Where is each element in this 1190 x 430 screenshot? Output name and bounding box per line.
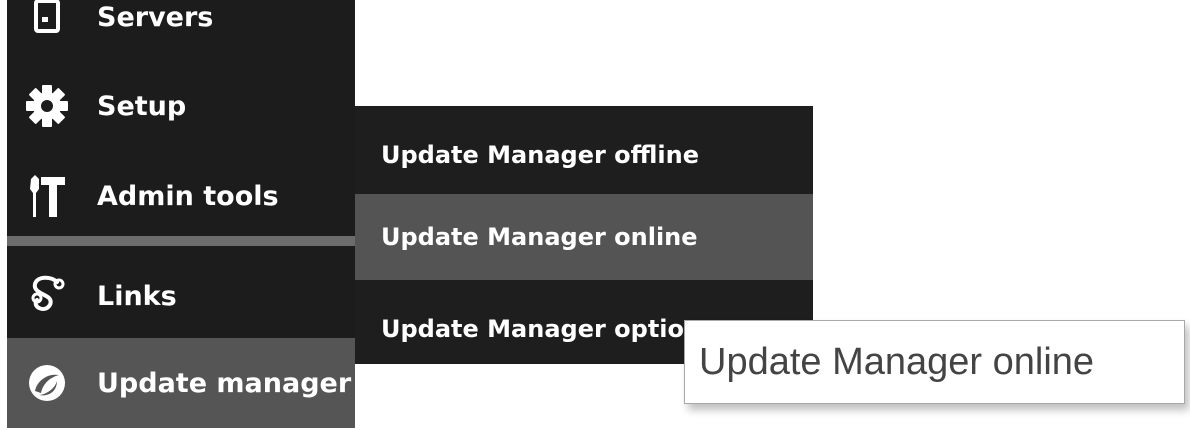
submenu-item-label: Update Manager optio xyxy=(381,315,685,343)
app-stage: Servers Setup Admin tools Links Update m… xyxy=(0,0,1190,430)
sidebar-menu: Servers Setup Admin tools Links Update m… xyxy=(7,0,355,428)
submenu-item-update-manager-offline[interactable]: Update Manager offline xyxy=(355,112,813,198)
sidebar-item-label: Servers xyxy=(97,1,214,33)
sidebar-item-label: Update manager xyxy=(97,367,352,399)
sidebar-item-links[interactable]: Links xyxy=(7,266,355,326)
submenu-item-update-manager-online[interactable]: Update Manager online xyxy=(355,194,813,280)
sidebar-divider xyxy=(7,236,355,246)
tooltip: Update Manager online xyxy=(684,320,1185,404)
sidebar-item-label: Admin tools xyxy=(97,180,279,212)
submenu-item-label: Update Manager online xyxy=(381,223,698,251)
sidebar-item-servers[interactable]: Servers xyxy=(7,0,355,46)
sidebar-item-setup[interactable]: Setup xyxy=(7,76,355,136)
sidebar-item-update-manager[interactable]: Update manager xyxy=(7,338,355,428)
submenu-item-label: Update Manager offline xyxy=(381,141,700,169)
tooltip-text: Update Manager online xyxy=(699,340,1095,383)
sidebar-item-admin-tools[interactable]: Admin tools xyxy=(7,165,355,227)
update-manager-icon xyxy=(23,359,71,407)
link-icon xyxy=(23,272,71,320)
tools-icon xyxy=(23,172,71,220)
sidebar-item-label: Setup xyxy=(97,90,187,122)
server-icon xyxy=(23,0,71,41)
sidebar-item-label: Links xyxy=(97,280,177,312)
gear-icon xyxy=(23,82,71,130)
